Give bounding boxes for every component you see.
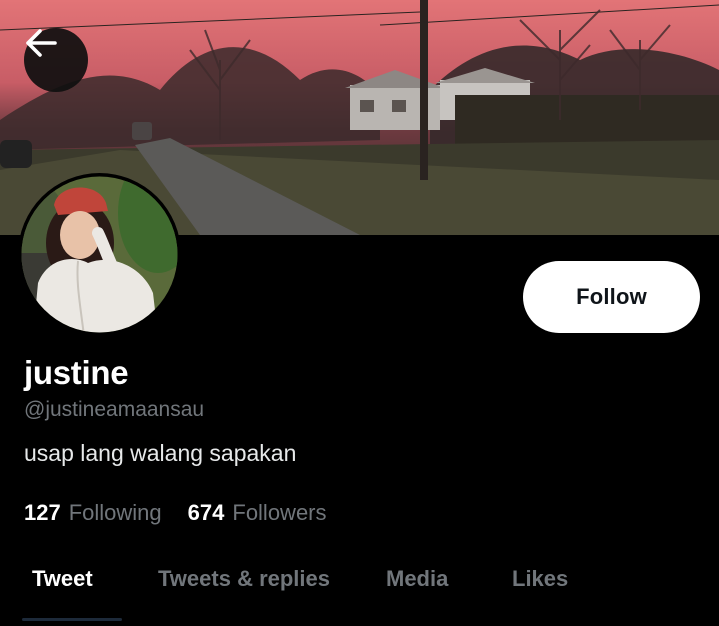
follow-button[interactable]: Follow: [523, 261, 700, 333]
profile-tabs: Tweet Tweets & replies Media Likes: [0, 560, 719, 621]
following-count: 127: [24, 500, 61, 525]
active-tab-indicator: [22, 618, 122, 621]
following-label: Following: [68, 500, 162, 525]
profile-handle: @justineamaansau: [24, 398, 205, 421]
tab-likes[interactable]: Likes: [512, 566, 568, 592]
follow-button-label: Follow: [576, 284, 647, 309]
arrow-left-icon: [26, 29, 57, 57]
profile-stats: 127 Following 674 Followers: [24, 500, 327, 526]
tab-tweet[interactable]: Tweet: [32, 566, 93, 592]
profile-bio: usap lang walang sapakan: [24, 440, 297, 466]
following-link[interactable]: 127 Following: [24, 500, 162, 526]
back-button[interactable]: [24, 28, 88, 92]
profile-page: Follow justine @justineamaansau usap lan…: [0, 0, 719, 626]
followers-label: Followers: [232, 500, 327, 525]
profile-display-name: justine: [24, 354, 129, 391]
followers-count: 674: [187, 500, 225, 525]
tab-media[interactable]: Media: [386, 566, 448, 592]
avatar-image: [21, 176, 178, 333]
tab-tweets-and-replies[interactable]: Tweets & replies: [158, 566, 330, 592]
avatar[interactable]: [18, 173, 181, 336]
followers-link[interactable]: 674 Followers: [188, 500, 327, 526]
